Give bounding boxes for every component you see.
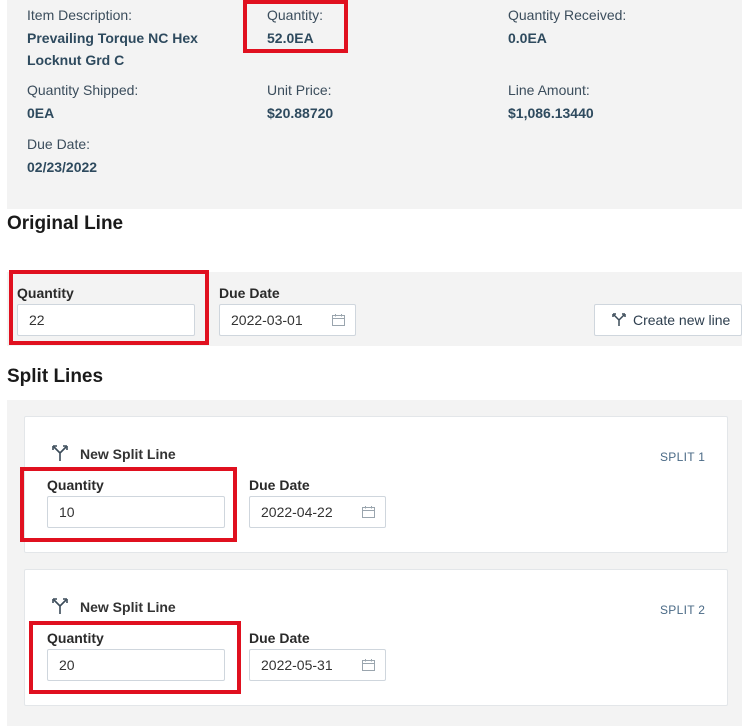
split-1-due-date-picker[interactable]: 2022-04-22 <box>249 496 386 528</box>
line-amount-field: Line Amount: $1,086.13440 <box>508 81 594 124</box>
due-date-value: 02/23/2022 <box>27 159 98 175</box>
calendar-icon[interactable] <box>362 659 375 671</box>
split-1-quantity-input[interactable]: 10 <box>47 496 225 528</box>
split-2-quantity-input[interactable]: 20 <box>47 649 225 681</box>
split-line-card-1 <box>24 416 728 553</box>
original-due-date-value: 2022-03-01 <box>231 312 303 328</box>
create-new-line-button[interactable]: Create new line <box>594 304 742 336</box>
split-1-badge: SPLIT 1 <box>660 450 706 464</box>
original-due-date-label: Due Date <box>219 285 280 301</box>
original-line-title: Original Line <box>7 213 124 234</box>
split-2-quantity-value: 20 <box>59 657 75 673</box>
split-2-due-date-label: Due Date <box>249 630 310 646</box>
line-amount-label: Line Amount: <box>508 82 590 98</box>
split-1-quantity-value: 10 <box>59 504 75 520</box>
due-date-label: Due Date: <box>27 136 91 152</box>
quantity-shipped-value: 0EA <box>27 105 55 121</box>
original-quantity-label: Quantity <box>17 285 74 301</box>
split-icon <box>52 445 68 461</box>
line-amount-value: $1,086.13440 <box>508 105 594 121</box>
split-lines-title: Split Lines <box>7 366 104 387</box>
due-date-field: Due Date: 02/23/2022 <box>27 135 97 178</box>
unit-price-value: $20.88720 <box>267 105 334 121</box>
unit-price-field: Unit Price: $20.88720 <box>267 81 333 124</box>
split-2-quantity-label: Quantity <box>47 630 104 646</box>
create-new-line-label: Create new line <box>633 312 731 328</box>
split-1-quantity-label: Quantity <box>47 477 104 493</box>
quantity-received-field: Quantity Received: 0.0EA <box>508 6 626 49</box>
quantity-value: 52.0EA <box>267 30 314 46</box>
quantity-shipped-field: Quantity Shipped: 0EA <box>27 81 138 124</box>
original-quantity-value: 22 <box>29 312 45 328</box>
calendar-icon[interactable] <box>332 314 345 326</box>
item-description-label: Item Description: <box>27 7 133 23</box>
split-1-due-date-label: Due Date <box>249 477 310 493</box>
split-2-badge: SPLIT 2 <box>660 603 706 617</box>
item-description-value: Prevailing Torque NC Hex Locknut Grd C <box>27 27 247 71</box>
original-due-date-picker[interactable]: 2022-03-01 <box>219 304 356 336</box>
split-line-1-title: New Split Line <box>80 446 176 462</box>
quantity-shipped-label: Quantity Shipped: <box>27 82 139 98</box>
quantity-received-label: Quantity Received: <box>508 7 627 23</box>
item-description-line-2: Locknut Grd C <box>27 52 125 68</box>
split-icon <box>52 598 68 614</box>
split-2-due-date-picker[interactable]: 2022-05-31 <box>249 649 386 681</box>
split-line-card-2 <box>24 569 728 706</box>
quantity-field: Quantity: 52.0EA <box>267 6 323 49</box>
split-2-due-date-value: 2022-05-31 <box>261 657 333 673</box>
item-description-line-1: Prevailing Torque NC Hex <box>27 30 198 46</box>
calendar-icon[interactable] <box>362 506 375 518</box>
split-1-due-date-value: 2022-04-22 <box>261 504 333 520</box>
quantity-received-value: 0.0EA <box>508 30 547 46</box>
unit-price-label: Unit Price: <box>267 82 332 98</box>
quantity-label: Quantity: <box>267 7 324 23</box>
split-icon <box>612 313 626 326</box>
split-line-2-title: New Split Line <box>80 599 176 615</box>
line-summary-panel: Item Description: Prevailing Torque NC H… <box>7 0 742 209</box>
original-quantity-input[interactable]: 22 <box>17 304 195 336</box>
item-description-field: Item Description: Prevailing Torque NC H… <box>27 6 247 71</box>
